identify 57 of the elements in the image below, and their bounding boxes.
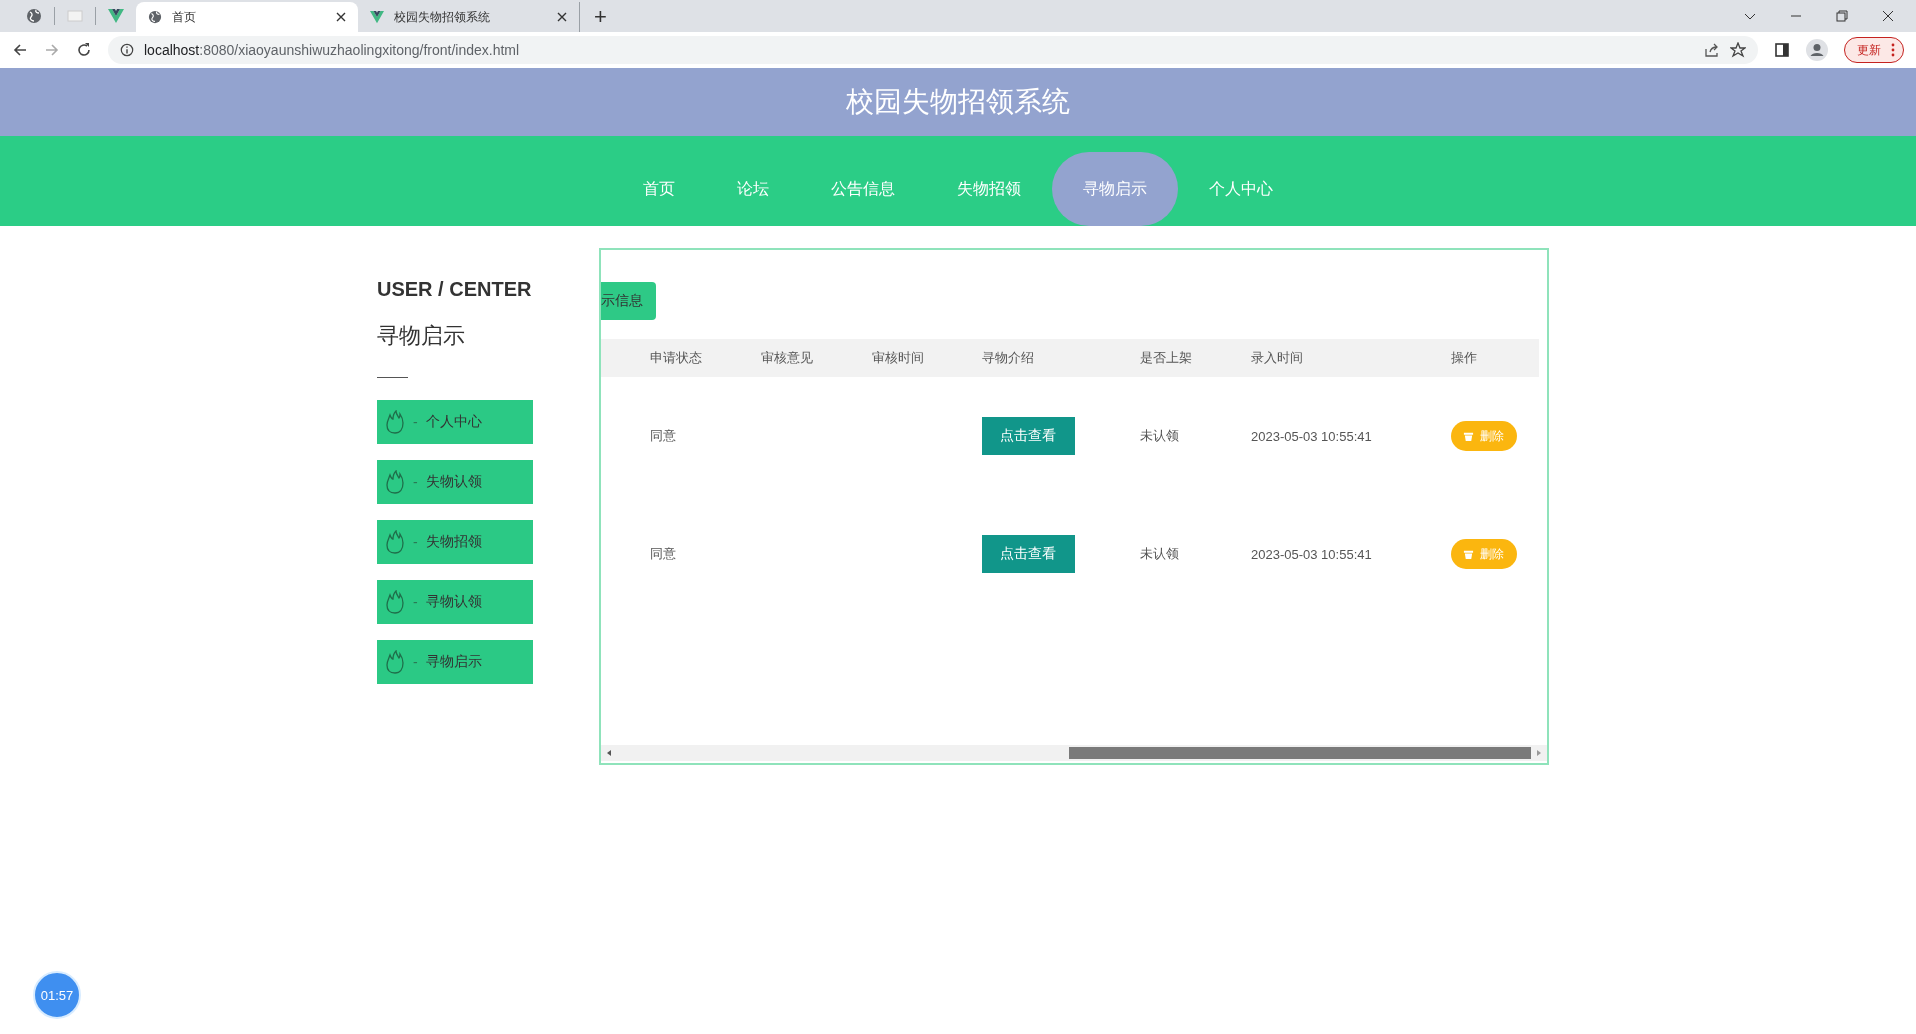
column-header: 审核意见 [761,349,814,367]
table-cell: 同意 [650,427,676,445]
v-logo-icon [370,10,384,24]
table-cell: 同意 [650,545,676,563]
site-title: 校园失物招领系统 [846,85,1070,119]
section-subtitle: 寻物启示 [377,322,466,350]
profile-icon[interactable] [1806,39,1828,61]
sidebar-menu-button[interactable]: - 失物招领 [377,520,533,564]
scrollbar-thumb[interactable] [1068,747,1531,759]
more-dots-icon[interactable] [1891,43,1895,57]
column-header: 审核时间 [872,349,925,367]
view-details-button[interactable]: 点击查看 [982,417,1075,455]
horizontal-scrollbar[interactable] [601,745,1547,761]
sidebar-menu-button[interactable]: - 寻物启示 [377,640,533,684]
section-heading: USER / CENTER [377,278,533,301]
restore-icon[interactable] [1836,10,1848,22]
browser-tab[interactable]: 首页 [136,2,358,32]
address-bar[interactable]: localhost:8080/xiaoyaunshiwuzhaolingxitong/front/index.html [108,36,1758,64]
trash-icon [1463,430,1475,442]
reload-icon[interactable] [76,42,92,58]
url-text[interactable]: localhost:8080/xiaoyaunshiwuzhaolingxitong/front/index.html [144,42,520,58]
sidebar-menu-button[interactable]: - 个人中心 [377,400,533,444]
tab-title[interactable]: 首页 [172,8,326,26]
close-icon[interactable] [1882,10,1894,22]
table-cell: 未认领 [1140,545,1179,563]
flame-icon [385,410,405,434]
back-arrow-icon[interactable] [12,42,28,58]
update-button[interactable]: 更新 [1844,37,1904,63]
action-button[interactable]: 示信息 [601,282,656,320]
sidebar-menu-button[interactable]: - 失物认领 [377,460,533,504]
close-icon[interactable] [557,12,567,22]
column-header: 申请状态 [650,349,703,367]
column-header: 寻物介绍 [982,349,1035,367]
flame-icon [385,590,405,614]
star-icon[interactable] [1730,42,1746,58]
column-header: 是否上架 [1140,349,1193,367]
flame-icon [385,470,405,494]
share-icon[interactable] [1704,42,1720,58]
column-header: 录入时间 [1251,349,1304,367]
timer-badge: 01:57 [33,971,81,1019]
globe-icon[interactable] [26,8,42,24]
trash-icon [1463,548,1475,560]
view-details-button[interactable]: 点击查看 [982,535,1075,573]
sidebar-menu-button[interactable]: - 寻物认领 [377,580,533,624]
column-header: 操作 [1451,349,1478,367]
table-cell: 未认领 [1140,427,1179,445]
new-tab-button[interactable]: + [580,2,621,32]
globe-icon [148,10,162,24]
flame-icon [385,650,405,674]
sidebar-panel-icon[interactable] [1774,42,1790,58]
table-cell: 2023-05-03 10:55:41 [1251,546,1372,562]
tab-title[interactable]: 校园失物招领系统 [394,8,547,26]
info-icon[interactable] [120,43,134,57]
table-cell: 2023-05-03 10:55:41 [1251,428,1372,444]
close-icon[interactable] [336,12,346,22]
flame-icon [385,530,405,554]
v-logo-icon[interactable] [108,8,124,24]
